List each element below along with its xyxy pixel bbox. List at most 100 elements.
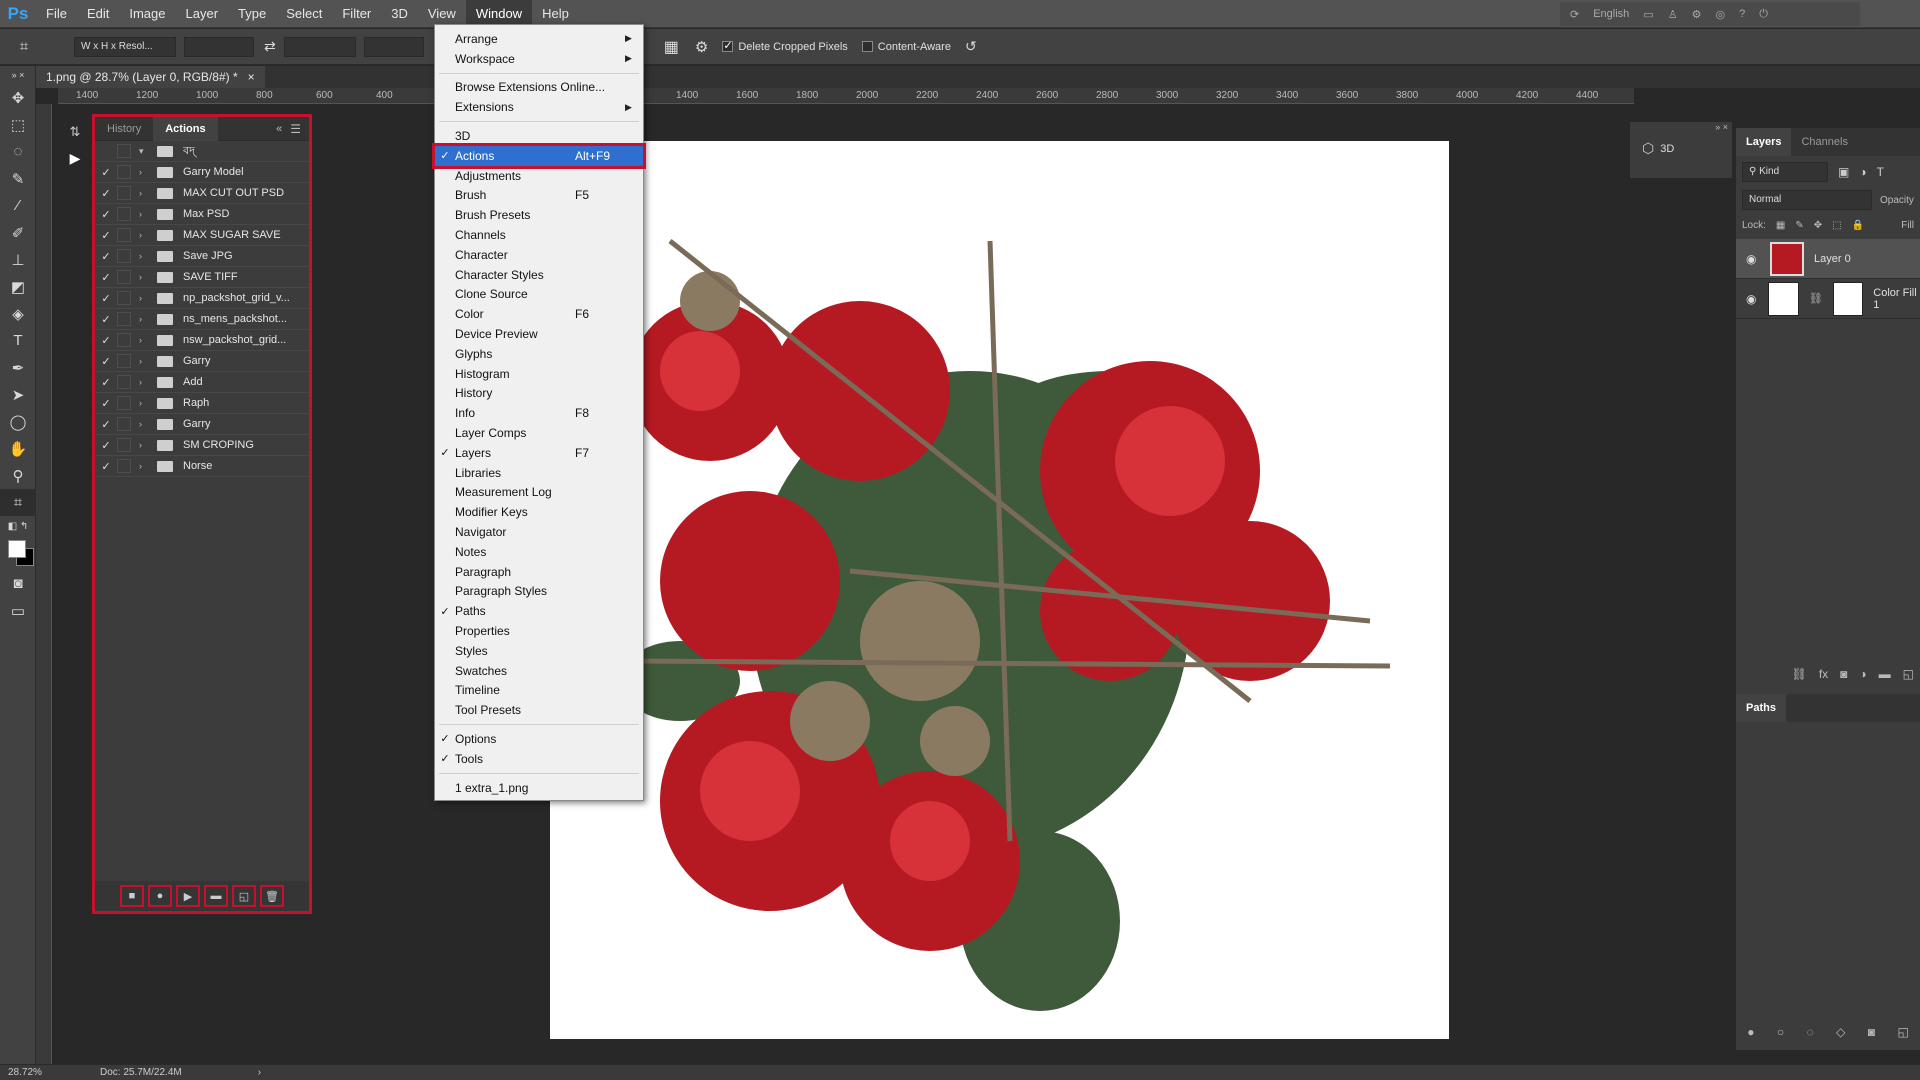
toggle-check-icon[interactable]: ✓ bbox=[95, 418, 117, 431]
panel-collapse-icon[interactable]: « bbox=[276, 123, 282, 135]
action-set-row[interactable]: ✓ › MAX SUGAR SAVE bbox=[95, 225, 309, 246]
menu-select[interactable]: Select bbox=[276, 0, 332, 28]
toggle-check-icon[interactable]: ✓ bbox=[95, 334, 117, 347]
expand-triangle-icon[interactable]: › bbox=[139, 230, 151, 240]
window-menu-item-browse-extensions-online[interactable]: Browse Extensions Online... bbox=[435, 78, 643, 98]
window-menu-item-measurement-log[interactable]: Measurement Log bbox=[435, 483, 643, 503]
lock-all-icon[interactable]: 🔒 bbox=[1852, 220, 1864, 231]
lock-pixels-icon[interactable]: ▦ bbox=[1776, 220, 1785, 231]
blend-mode-select[interactable]: Normal bbox=[1742, 190, 1872, 210]
mini-panel-collapse-icon[interactable]: » × bbox=[1630, 122, 1732, 132]
window-menu-item-libraries[interactable]: Libraries bbox=[435, 463, 643, 483]
kind-filter-select[interactable]: ⚲ Kind bbox=[1742, 162, 1828, 182]
foreground-color-swatch[interactable] bbox=[8, 540, 26, 558]
menu-filter[interactable]: Filter bbox=[332, 0, 381, 28]
action-set-row[interactable]: ✓ › MAX CUT OUT PSD bbox=[95, 183, 309, 204]
monitor-icon[interactable]: ▭ bbox=[1643, 8, 1653, 21]
crop-tool-button-icon[interactable]: ⌗ bbox=[0, 489, 36, 516]
play-side-icon[interactable]: ▶ bbox=[62, 150, 88, 167]
toggle-check-icon[interactable]: ✓ bbox=[95, 208, 117, 221]
delete-cropped-checkbox[interactable]: Delete Cropped Pixels bbox=[722, 39, 848, 53]
dialog-toggle-box[interactable] bbox=[117, 312, 131, 326]
lock-artboard-icon[interactable]: ⬚ bbox=[1832, 220, 1841, 231]
window-menu-item-options[interactable]: ✓ Options bbox=[435, 729, 643, 749]
new-group-icon[interactable]: ▬ bbox=[1879, 667, 1891, 681]
toggle-check-icon[interactable]: ✓ bbox=[95, 292, 117, 305]
window-menu-item-histogram[interactable]: Histogram bbox=[435, 364, 643, 384]
hand-tool-icon[interactable]: ✋ bbox=[0, 435, 36, 462]
action-set-row[interactable]: ✓ › Raph bbox=[95, 393, 309, 414]
expand-triangle-icon[interactable]: › bbox=[139, 356, 151, 366]
filter-image-icon[interactable]: ▣ bbox=[1838, 165, 1849, 179]
crop-tool-icon[interactable]: ⌗ bbox=[6, 33, 42, 60]
help-icon[interactable]: ? bbox=[1739, 8, 1745, 20]
toggle-check-icon[interactable]: ✓ bbox=[95, 166, 117, 179]
dialog-toggle-box[interactable] bbox=[117, 144, 131, 158]
dialog-toggle-box[interactable] bbox=[117, 165, 131, 179]
type-tool-icon[interactable]: T bbox=[0, 327, 36, 354]
play-icon[interactable]: ▶ bbox=[176, 885, 200, 907]
action-set-row[interactable]: ✓ › SM CROPING bbox=[95, 435, 309, 456]
toggle-check-icon[interactable]: ✓ bbox=[95, 229, 117, 242]
width-input[interactable] bbox=[184, 36, 254, 57]
panel-menu-icon[interactable]: ☰ bbox=[290, 122, 301, 136]
window-menu-item-info[interactable]: Info F8 bbox=[435, 403, 643, 423]
document-canvas[interactable] bbox=[550, 141, 1449, 1039]
menu-edit[interactable]: Edit bbox=[77, 0, 119, 28]
content-aware-box[interactable] bbox=[861, 41, 873, 52]
expand-triangle-icon[interactable]: ▾ bbox=[139, 146, 151, 157]
menu-3d[interactable]: 3D bbox=[381, 0, 418, 28]
new-path-icon[interactable]: ◱ bbox=[1897, 1025, 1908, 1039]
window-menu-item-actions[interactable]: ✓ Actions Alt+F9 bbox=[432, 143, 646, 169]
tab-paths[interactable]: Paths bbox=[1736, 694, 1786, 722]
document-tab[interactable]: 1.png @ 28.7% (Layer 0, RGB/8#) * × bbox=[36, 66, 265, 88]
expand-triangle-icon[interactable]: › bbox=[139, 188, 151, 198]
window-menu-item-paragraph[interactable]: Paragraph bbox=[435, 562, 643, 582]
dialog-toggle-box[interactable] bbox=[117, 438, 131, 452]
menu-type[interactable]: Type bbox=[228, 0, 276, 28]
new-action-icon[interactable]: ◱ bbox=[232, 885, 256, 907]
swap-icon[interactable]: ⇄ bbox=[264, 38, 276, 55]
window-menu-item-notes[interactable]: Notes bbox=[435, 542, 643, 562]
lock-brush-icon[interactable]: ✎ bbox=[1795, 220, 1803, 231]
content-aware-checkbox[interactable]: Content-Aware bbox=[861, 41, 951, 53]
toggle-check-icon[interactable]: ✓ bbox=[95, 250, 117, 263]
expand-triangle-icon[interactable]: › bbox=[139, 314, 151, 324]
window-menu-item-brush[interactable]: Brush F5 bbox=[435, 186, 643, 206]
screen-mode-icon[interactable]: ▭ bbox=[0, 597, 36, 624]
stamp-tool-icon[interactable]: ⊥ bbox=[0, 246, 36, 273]
menu-file[interactable]: File bbox=[36, 0, 77, 28]
dialog-toggle-box[interactable] bbox=[117, 417, 131, 431]
menu-layer[interactable]: Layer bbox=[176, 0, 229, 28]
status-menu-arrow-icon[interactable]: › bbox=[258, 1067, 261, 1078]
power-icon[interactable]: ⏻ bbox=[1759, 8, 1768, 21]
expand-triangle-icon[interactable]: › bbox=[139, 419, 151, 429]
settings-icon[interactable]: ⚙ bbox=[1692, 8, 1702, 21]
dialog-toggle-box[interactable] bbox=[117, 333, 131, 347]
window-menu-item-layers[interactable]: ✓ Layers F7 bbox=[435, 443, 643, 463]
window-menu-item-3d[interactable]: 3D bbox=[435, 126, 643, 146]
filter-type-icon[interactable]: T bbox=[1877, 165, 1884, 179]
expand-triangle-icon[interactable]: › bbox=[139, 377, 151, 387]
new-layer-icon[interactable]: ◱ bbox=[1903, 667, 1914, 681]
expand-triangle-icon[interactable]: › bbox=[139, 335, 151, 345]
window-menu-item-navigator[interactable]: Navigator bbox=[435, 522, 643, 542]
window-menu-item-timeline[interactable]: Timeline bbox=[435, 681, 643, 701]
toggle-check-icon[interactable]: ✓ bbox=[95, 439, 117, 452]
window-menu-item-properties[interactable]: Properties bbox=[435, 621, 643, 641]
height-input[interactable] bbox=[283, 36, 356, 57]
action-set-row[interactable]: ✓ › nsw_packshot_grid... bbox=[95, 330, 309, 351]
expand-triangle-icon[interactable]: › bbox=[139, 209, 151, 219]
add-path-mask-icon[interactable]: ◙ bbox=[1868, 1025, 1875, 1039]
zoom-readout[interactable]: 28.72% bbox=[0, 1067, 70, 1078]
link-layers-icon[interactable]: ⛓ bbox=[1792, 667, 1807, 681]
marquee-tool-icon[interactable]: ⬚ bbox=[0, 111, 36, 138]
crop-settings-icon[interactable]: ⚙ bbox=[695, 38, 708, 56]
expand-triangle-icon[interactable]: › bbox=[139, 293, 151, 303]
eyedropper-tool-icon[interactable]: ⁄ bbox=[0, 192, 36, 219]
ellipse-tool-icon[interactable]: ◯ bbox=[0, 408, 36, 435]
window-menu-item-modifier-keys[interactable]: Modifier Keys bbox=[435, 502, 643, 522]
menu-image[interactable]: Image bbox=[119, 0, 175, 28]
stop-icon[interactable]: ■ bbox=[120, 885, 144, 907]
action-set-row[interactable]: ✓ › ns_mens_packshot... bbox=[95, 309, 309, 330]
